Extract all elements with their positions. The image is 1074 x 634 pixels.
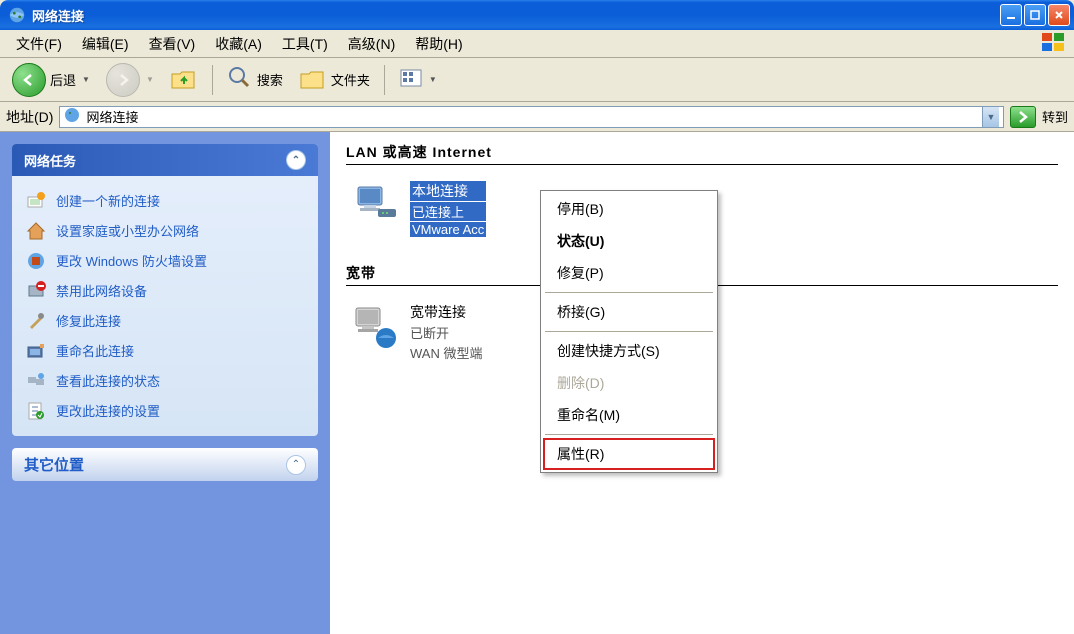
chevron-down-icon: ▼ — [144, 75, 154, 84]
connection-status: 已断开 — [410, 323, 482, 342]
menu-advanced[interactable]: 高级(N) — [338, 31, 405, 57]
panel-header: 网络任务 ⌃ — [12, 144, 318, 176]
toolbar-separator — [212, 65, 213, 95]
close-button[interactable] — [1048, 4, 1070, 26]
panel-header: 其它位置 ⌃ — [12, 448, 318, 481]
ctx-repair[interactable]: 修复(P) — [543, 257, 715, 289]
ctx-separator — [545, 292, 713, 293]
expand-button[interactable]: ⌃ — [286, 455, 306, 475]
task-rename[interactable]: 重命名此连接 — [26, 336, 304, 366]
chevron-down-icon: ▼ — [427, 75, 437, 84]
forward-icon — [106, 63, 140, 97]
windows-flag-icon — [1040, 31, 1068, 56]
toolbar: 后退 ▼ ▼ 搜索 文件夹 ▼ — [0, 58, 1074, 102]
collapse-button[interactable]: ⌃ — [286, 150, 306, 170]
ctx-shortcut[interactable]: 创建快捷方式(S) — [543, 335, 715, 367]
rename-icon — [26, 341, 46, 361]
go-label: 转到 — [1042, 107, 1068, 126]
task-new-connection[interactable]: 创建一个新的连接 — [26, 186, 304, 216]
status-icon — [26, 371, 46, 391]
address-bar: 地址(D) 网络连接 ▼ 转到 — [0, 102, 1074, 132]
network-tasks-panel: 网络任务 ⌃ 创建一个新的连接 设置家庭或小型办公网络 更改 Windows 防… — [12, 144, 318, 436]
window-title: 网络连接 — [32, 6, 1000, 25]
go-button[interactable] — [1010, 106, 1036, 128]
menu-help[interactable]: 帮助(H) — [405, 31, 472, 57]
menu-view[interactable]: 查看(V) — [139, 31, 206, 57]
search-button[interactable]: 搜索 — [221, 61, 289, 98]
connection-detail: VMware Acc — [410, 222, 486, 237]
chevron-down-icon: ▼ — [80, 75, 90, 84]
task-disable-device[interactable]: 禁用此网络设备 — [26, 276, 304, 306]
minimize-button[interactable] — [1000, 4, 1022, 26]
address-label: 地址(D) — [6, 107, 53, 127]
context-menu: 停用(B) 状态(U) 修复(P) 桥接(G) 创建快捷方式(S) 删除(D) … — [540, 190, 718, 473]
lan-connection-icon — [350, 181, 400, 231]
address-input[interactable]: 网络连接 ▼ — [59, 106, 1004, 128]
task-settings[interactable]: 更改此连接的设置 — [26, 396, 304, 426]
other-places-panel: 其它位置 ⌃ — [12, 448, 318, 481]
window-title-bar: 网络连接 — [0, 0, 1074, 30]
panel-title: 其它位置 — [24, 454, 84, 475]
ctx-properties[interactable]: 属性(R) — [543, 438, 715, 470]
back-icon — [12, 63, 46, 97]
ctx-delete: 删除(D) — [543, 367, 715, 399]
toolbar-separator — [384, 65, 385, 95]
panel-title: 网络任务 — [24, 151, 76, 170]
home-network-icon — [26, 221, 46, 241]
views-icon — [399, 68, 423, 91]
task-repair[interactable]: 修复此连接 — [26, 306, 304, 336]
disable-icon — [26, 281, 46, 301]
network-icon — [8, 6, 26, 24]
connection-name: 本地连接 — [410, 181, 486, 201]
connection-name: 宽带连接 — [410, 302, 482, 322]
menu-favorites[interactable]: 收藏(A) — [205, 31, 272, 57]
menu-file[interactable]: 文件(F) — [6, 31, 72, 57]
ctx-separator — [545, 434, 713, 435]
firewall-icon — [26, 251, 46, 271]
menu-tools[interactable]: 工具(T) — [272, 31, 338, 57]
up-button[interactable] — [164, 64, 204, 96]
task-status[interactable]: 查看此连接的状态 — [26, 366, 304, 396]
settings-icon — [26, 401, 46, 421]
back-label: 后退 — [50, 70, 76, 89]
network-icon — [64, 107, 80, 126]
ctx-disable[interactable]: 停用(B) — [543, 193, 715, 225]
connection-detail: WAN 微型端 — [410, 343, 482, 362]
forward-button[interactable]: ▼ — [100, 59, 160, 101]
folder-icon — [299, 68, 327, 92]
new-connection-icon — [26, 191, 46, 211]
task-home-network[interactable]: 设置家庭或小型办公网络 — [26, 216, 304, 246]
maximize-button[interactable] — [1024, 4, 1046, 26]
search-icon — [227, 65, 253, 94]
tasks-sidebar: 网络任务 ⌃ 创建一个新的连接 设置家庭或小型办公网络 更改 Windows 防… — [0, 132, 330, 634]
ctx-separator — [545, 331, 713, 332]
content-area: 网络任务 ⌃ 创建一个新的连接 设置家庭或小型办公网络 更改 Windows 防… — [0, 132, 1074, 634]
ctx-rename[interactable]: 重命名(M) — [543, 399, 715, 431]
menu-edit[interactable]: 编辑(E) — [72, 31, 139, 57]
main-content: LAN 或高速 Internet 本地连接 已连接上 VMware Acc 宽带… — [330, 132, 1074, 634]
search-label: 搜索 — [257, 70, 283, 89]
connection-status: 已连接上 — [410, 202, 486, 221]
ctx-status[interactable]: 状态(U) — [543, 225, 715, 257]
task-firewall[interactable]: 更改 Windows 防火墙设置 — [26, 246, 304, 276]
ctx-bridge[interactable]: 桥接(G) — [543, 296, 715, 328]
views-button[interactable]: ▼ — [393, 64, 443, 95]
address-value: 网络连接 — [86, 107, 138, 126]
section-lan: LAN 或高速 Internet — [346, 142, 1058, 165]
menu-bar: 文件(F) 编辑(E) 查看(V) 收藏(A) 工具(T) 高级(N) 帮助(H… — [0, 30, 1074, 58]
broadband-connection-icon — [350, 302, 400, 352]
folder-up-icon — [170, 68, 198, 92]
address-dropdown[interactable]: ▼ — [982, 107, 999, 127]
repair-icon — [26, 311, 46, 331]
folders-button[interactable]: 文件夹 — [293, 64, 376, 96]
folders-label: 文件夹 — [331, 70, 370, 89]
back-button[interactable]: 后退 ▼ — [6, 59, 96, 101]
